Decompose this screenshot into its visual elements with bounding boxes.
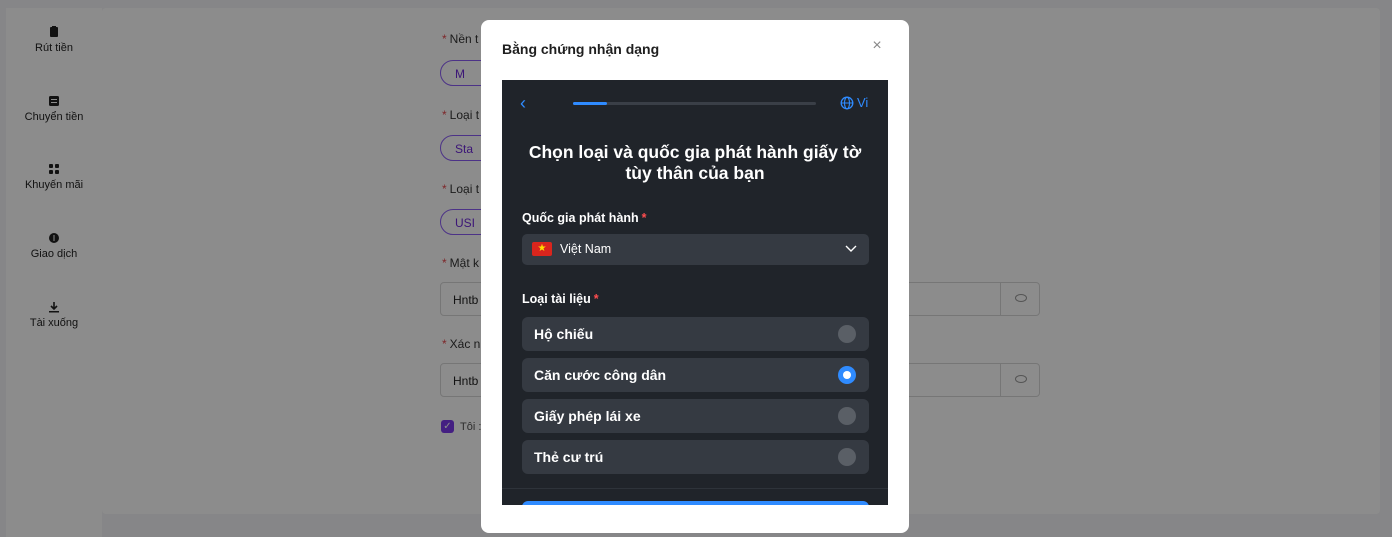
identity-proof-modal: Bằng chứng nhận dạng × ‹ Vi Chọn loại và… [481, 20, 909, 533]
kyc-heading: Chọn loại và quốc gia phát hành giấy tờ … [528, 142, 862, 183]
radio-button[interactable] [838, 366, 856, 384]
option-label: Thẻ cư trú [534, 449, 604, 465]
radio-button[interactable] [838, 325, 856, 343]
modal-title: Bằng chứng nhận dạng [502, 41, 660, 57]
doc-option-driver-license[interactable]: Giấy phép lái xe [522, 399, 869, 433]
vietnam-flag-icon: ★ [532, 242, 552, 256]
language-selector[interactable]: Vi [840, 95, 868, 110]
option-label: Căn cước công dân [534, 367, 667, 383]
document-type-label: Loại tài liệu * [522, 292, 599, 306]
continue-button[interactable] [522, 501, 869, 505]
doc-option-residence-card[interactable]: Thẻ cư trú [522, 440, 869, 474]
option-label: Giấy phép lái xe [534, 408, 641, 424]
globe-icon [840, 96, 854, 109]
progress-bar [573, 102, 816, 105]
kyc-frame: ‹ Vi Chọn loại và quốc gia phát hành giấ… [502, 80, 888, 505]
back-chevron-icon[interactable]: ‹ [520, 94, 530, 112]
progress-fill [573, 102, 608, 105]
option-label: Hộ chiếu [534, 326, 594, 342]
footer-divider [502, 488, 888, 489]
close-icon[interactable]: × [869, 38, 885, 54]
language-label: Vi [857, 95, 869, 110]
country-label: Quốc gia phát hành * [522, 211, 647, 225]
chevron-down-icon [845, 245, 857, 252]
country-value: Việt Nam [560, 242, 612, 256]
radio-button[interactable] [838, 448, 856, 466]
doc-option-passport[interactable]: Hộ chiếu [522, 317, 869, 351]
radio-button[interactable] [838, 407, 856, 425]
country-select[interactable]: ★ Việt Nam [522, 234, 869, 265]
doc-option-citizen-id[interactable]: Căn cước công dân [522, 358, 869, 392]
